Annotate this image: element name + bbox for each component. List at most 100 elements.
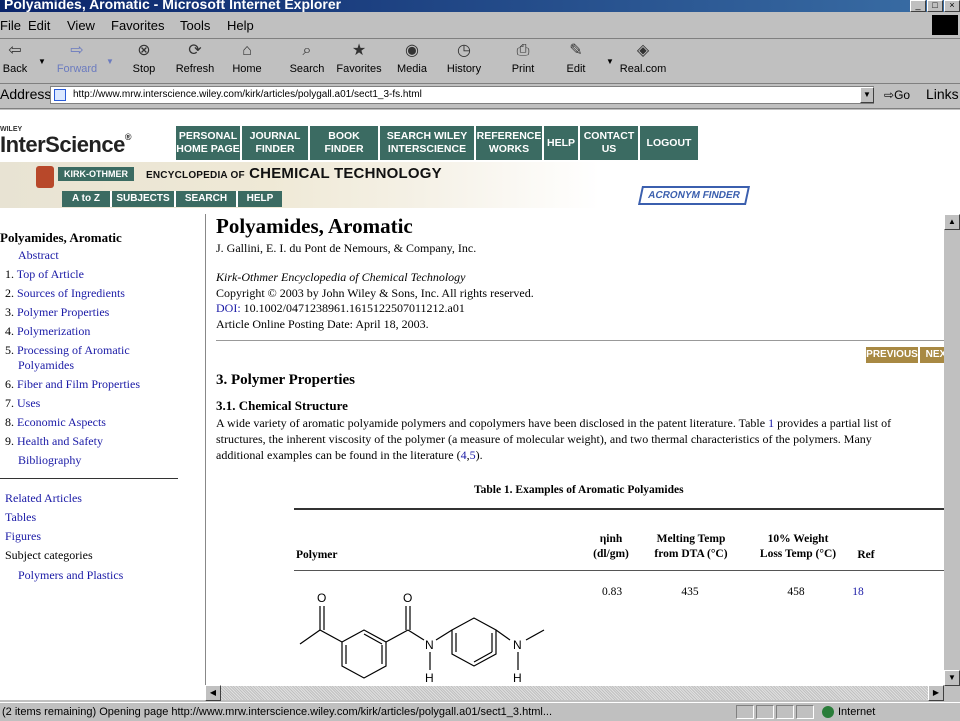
close-button[interactable]: × [944,0,960,12]
column-divider [205,214,206,700]
toc-number: 7. [5,396,14,410]
toc-item-processing-cont[interactable]: Polyamides [18,358,74,373]
search-button[interactable]: ⌕ Search [286,41,328,81]
subnav-search[interactable]: SEARCH [176,191,238,207]
print-label: Print [511,63,535,75]
nav-book-finder[interactable]: BOOK FINDER [310,126,380,160]
edit-dropdown-icon[interactable]: ▼ [606,57,614,66]
menu-view[interactable]: View [67,18,95,33]
address-dropdown-icon[interactable]: ▼ [860,87,874,103]
nav-personal-home-page[interactable]: PERSONAL HOME PAGE [176,126,242,160]
toc-item-polymer-properties[interactable]: 3. Polymer Properties [5,305,109,320]
nav-journal-finder[interactable]: JOURNAL FINDER [242,126,310,160]
menu-favorites[interactable]: Favorites [111,18,164,33]
internet-globe-icon [822,706,834,719]
doi-link[interactable]: DOI: [216,301,241,315]
toc-item-top-of-article[interactable]: 1. Top of Article [5,267,84,282]
scroll-right-icon[interactable]: ▶ [928,685,944,701]
address-input[interactable]: http://www.mrw.interscience.wiley.com/ki… [50,86,874,104]
address-url[interactable]: http://www.mrw.interscience.wiley.com/ki… [73,89,422,100]
menu-tools[interactable]: Tools [180,18,210,33]
toc-number: 3. [5,305,14,319]
polymers-plastics-link[interactable]: Polymers and Plastics [18,568,123,583]
atom-hydrogen: H [425,671,434,685]
forward-button[interactable]: ⇨ Forward [52,41,102,81]
forward-dropdown-icon[interactable]: ▼ [106,57,114,66]
nav-reference-works[interactable]: REFERENCE WORKS [476,126,544,160]
table-top-rule [294,508,960,510]
real-button[interactable]: ◈ Real.com [618,41,668,81]
status-text: (2 items remaining) Opening page http://… [2,706,553,718]
minimize-button[interactable]: _ [910,0,926,12]
toc-number: 1. [5,267,14,281]
toc-label: Fiber and Film Properties [17,377,140,391]
kirk-othmer-label: KIRK-OTHMER [58,167,134,181]
toc-label: Polymer Properties [17,305,110,319]
encyclopedia-title: ENCYCLOPEDIA OF CHEMICAL TECHNOLOGY [146,165,442,182]
scroll-down-icon[interactable]: ▼ [944,670,960,686]
edit-icon: ✎ [569,42,583,59]
go-button[interactable]: ⇨Go [884,88,910,102]
nav-contact-us[interactable]: CONTACT US [580,126,640,160]
col-header-inh: ηinh (dl/gm) [588,532,634,562]
toc-item-processing[interactable]: 5. Processing of Aromatic [5,343,130,358]
cell-ref-link[interactable]: 18 [846,586,870,598]
tables-link[interactable]: Tables [5,510,36,525]
links-button[interactable]: Links [926,86,959,102]
cell-weight-loss: 458 [787,586,805,598]
scroll-left-icon[interactable]: ◀ [205,685,221,701]
subnav-a-to-z[interactable]: A to Z [62,191,112,207]
related-articles-link[interactable]: Related Articles [5,491,82,506]
nav-help[interactable]: HELP [544,126,580,160]
toc-abstract[interactable]: Abstract [18,248,59,263]
home-button[interactable]: ⌂ Home [228,41,266,81]
stop-button[interactable]: ⊗ Stop [126,41,162,81]
menu-edit[interactable]: Edit [28,18,50,33]
vertical-scrollbar[interactable]: ▲ ▼ [944,214,960,686]
scroll-track[interactable] [221,686,928,700]
horizontal-scrollbar[interactable]: ◀ ▶ [205,685,960,701]
address-bar: Address http://www.mrw.interscience.wile… [0,84,960,109]
header-line: from DTA (°C) [654,548,728,560]
encyclopedia-name: CHEMICAL TECHNOLOGY [249,165,442,182]
toc-item-uses[interactable]: 7. Uses [5,396,40,411]
paragraph-text: A wide variety of aromatic polyamide pol… [216,416,769,430]
toc-label: Economic Aspects [17,415,106,429]
edit-button[interactable]: ✎ Edit [562,41,590,81]
scroll-up-icon[interactable]: ▲ [944,214,960,230]
atom-nitrogen: N [425,638,434,652]
back-dropdown-icon[interactable]: ▼ [38,57,46,66]
toc-item-economic[interactable]: 8. Economic Aspects [5,415,106,430]
status-panel [736,705,754,719]
subnav-subjects[interactable]: SUBJECTS [112,191,176,207]
toc-number: 4. [5,324,14,338]
nav-search-wiley[interactable]: SEARCH WILEY INTERSCIENCE [380,126,476,160]
subnav-help[interactable]: HELP [238,191,282,207]
toc-item-fiber-film[interactable]: 6. Fiber and Film Properties [5,377,140,392]
maximize-button[interactable]: □ [927,0,943,12]
toc-number: 8. [5,415,14,429]
favorites-button[interactable]: ★ Favorites [334,41,384,81]
acronym-finder-button[interactable]: ACRONYM FINDER [637,186,751,205]
nav-logout[interactable]: LOGOUT [640,126,698,160]
page-viewport: WILEY InterScience® PERSONAL HOME PAGE J… [0,110,960,700]
toc-label: Polymerization [17,324,91,338]
toc-bibliography[interactable]: Bibliography [18,453,81,468]
history-icon: ◷ [457,42,471,59]
previous-button[interactable]: PREVIOUS [866,347,918,363]
back-button[interactable]: ⇦ Back [0,41,30,81]
toc-label: Top of Article [16,267,84,281]
menu-help[interactable]: Help [227,18,254,33]
toc-label: Health and Safety [17,434,103,448]
media-button[interactable]: ◉ Media [394,41,430,81]
toc-item-health-safety[interactable]: 9. Health and Safety [5,434,103,449]
print-button[interactable]: ⎙ Print [508,41,538,81]
toc-item-polymerization[interactable]: 4. Polymerization [5,324,90,339]
interscience-logo[interactable]: InterScience® [0,132,131,158]
history-button[interactable]: ◷ History [444,41,484,81]
refresh-button[interactable]: ⟳ Refresh [172,41,218,81]
toc-item-sources[interactable]: 2. Sources of Ingredients [5,286,125,301]
menu-file[interactable]: File [0,18,21,33]
figures-link[interactable]: Figures [5,529,41,544]
favorites-icon: ★ [351,42,367,59]
